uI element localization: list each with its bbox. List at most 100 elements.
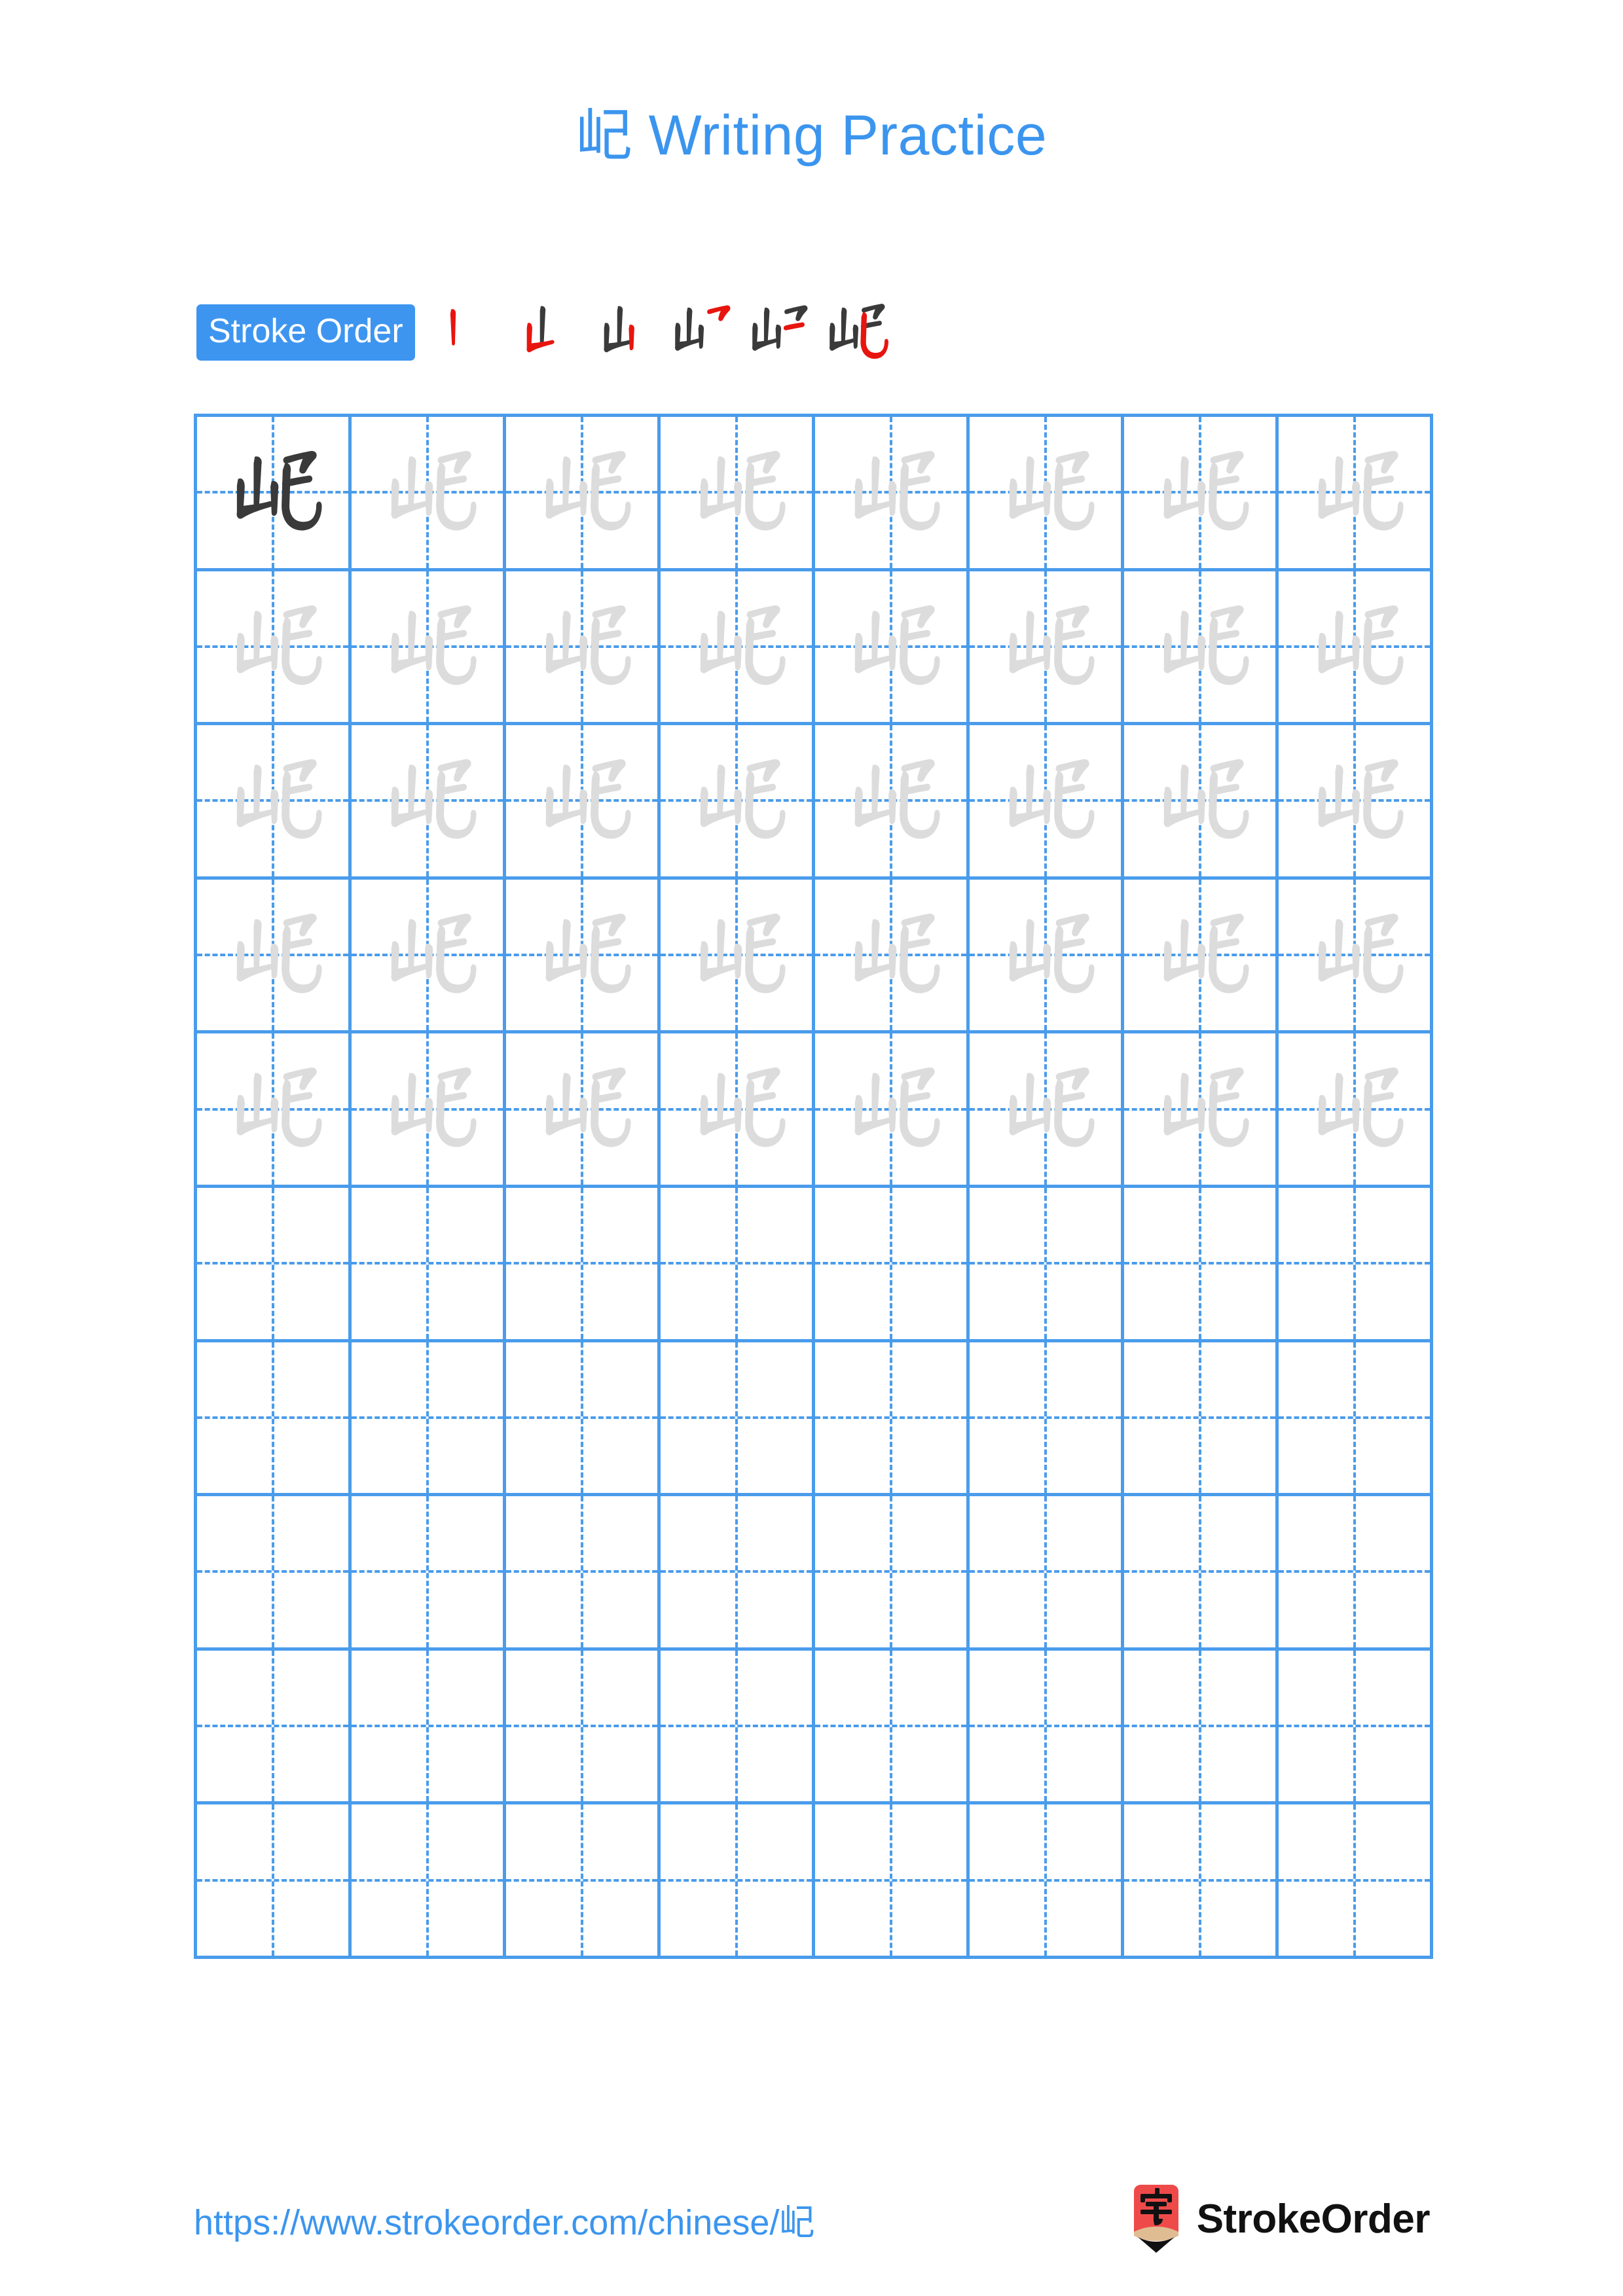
practice-cell[interactable] (352, 1804, 506, 1959)
practice-cell[interactable] (352, 1188, 506, 1342)
practice-cell[interactable] (1124, 1496, 1279, 1651)
practice-cell[interactable] (1279, 1188, 1433, 1342)
practice-cell[interactable] (197, 1496, 352, 1651)
practice-cell[interactable] (661, 1804, 815, 1959)
practice-cell[interactable] (197, 571, 352, 726)
practice-cell[interactable] (506, 1033, 661, 1188)
trace-character (197, 725, 348, 876)
practice-cell[interactable] (352, 1650, 506, 1805)
practice-cell[interactable] (1124, 1804, 1279, 1959)
practice-cell[interactable] (197, 879, 352, 1034)
practice-cell[interactable] (352, 571, 506, 726)
practice-cell[interactable] (1279, 1804, 1433, 1959)
trace-character (815, 880, 966, 1031)
practice-cell[interactable] (815, 417, 970, 571)
practice-cell[interactable] (506, 879, 661, 1034)
practice-cell[interactable] (506, 1804, 661, 1959)
practice-cell[interactable] (970, 1188, 1124, 1342)
practice-cell[interactable] (197, 1804, 352, 1959)
practice-cell[interactable] (661, 725, 815, 880)
practice-cell[interactable] (815, 879, 970, 1034)
practice-cell[interactable] (506, 417, 661, 571)
practice-cell[interactable] (197, 1188, 352, 1342)
practice-cell[interactable] (970, 417, 1124, 571)
trace-character (661, 417, 812, 568)
practice-cell[interactable] (352, 725, 506, 880)
practice-cell[interactable] (1124, 571, 1279, 726)
trace-character (506, 880, 657, 1031)
practice-cell[interactable] (1279, 571, 1433, 726)
pencil-logo-icon (1133, 2185, 1178, 2253)
practice-cell[interactable] (815, 1496, 970, 1651)
practice-cell[interactable] (661, 1496, 815, 1651)
trace-character (661, 725, 812, 876)
practice-cell[interactable] (352, 879, 506, 1034)
practice-cell[interactable] (661, 1650, 815, 1805)
trace-character (197, 1033, 348, 1185)
trace-character (815, 417, 966, 568)
practice-cell[interactable] (815, 1650, 970, 1805)
practice-cell[interactable] (1279, 725, 1433, 880)
practice-cell[interactable] (352, 417, 506, 571)
practice-cell[interactable] (506, 1650, 661, 1805)
practice-cell[interactable] (815, 1804, 970, 1959)
practice-cell[interactable] (815, 1033, 970, 1188)
practice-cell[interactable] (661, 1188, 815, 1342)
practice-cell[interactable] (506, 1188, 661, 1342)
practice-cell[interactable] (352, 1342, 506, 1497)
practice-cell[interactable] (197, 1033, 352, 1188)
practice-cell[interactable] (197, 417, 352, 571)
practice-cell[interactable] (1279, 1342, 1433, 1497)
stroke-step-1 (429, 294, 507, 371)
practice-cell[interactable] (1279, 417, 1433, 571)
practice-cell[interactable] (506, 571, 661, 726)
trace-character (506, 417, 657, 568)
practice-cell[interactable] (1124, 1188, 1279, 1342)
brand-logo-group[interactable]: StrokeOrder (1129, 2185, 1431, 2253)
practice-cell[interactable] (1124, 879, 1279, 1034)
practice-cell[interactable] (1124, 417, 1279, 571)
practice-cell[interactable] (661, 1033, 815, 1188)
practice-cell[interactable] (1124, 1033, 1279, 1188)
practice-cell[interactable] (815, 725, 970, 880)
trace-character (1124, 571, 1275, 723)
practice-cell[interactable] (1279, 1033, 1433, 1188)
practice-cell[interactable] (506, 1496, 661, 1651)
practice-cell[interactable] (970, 571, 1124, 726)
trace-character (352, 1033, 503, 1185)
practice-cell[interactable] (970, 1496, 1124, 1651)
footer: https://www.strokeorder.com/chinese/屺 St… (194, 2179, 1431, 2258)
trace-character (661, 1033, 812, 1185)
stroke-step-6-icon (829, 304, 888, 359)
practice-cell[interactable] (970, 1342, 1124, 1497)
practice-cell[interactable] (1279, 879, 1433, 1034)
practice-cell[interactable] (1279, 1496, 1433, 1651)
footer-url-link[interactable]: https://www.strokeorder.com/chinese/屺 (194, 2193, 814, 2245)
practice-cell[interactable] (815, 571, 970, 726)
practice-cell[interactable] (506, 725, 661, 880)
practice-cell[interactable] (661, 1342, 815, 1497)
practice-cell[interactable] (970, 1804, 1124, 1959)
practice-cell[interactable] (970, 725, 1124, 880)
practice-cell[interactable] (970, 879, 1124, 1034)
practice-cell[interactable] (1124, 1342, 1279, 1497)
stroke-step-2 (507, 294, 584, 371)
practice-cell[interactable] (661, 417, 815, 571)
practice-grid (194, 414, 1433, 1959)
practice-cell[interactable] (1124, 725, 1279, 880)
practice-cell[interactable] (661, 571, 815, 726)
practice-cell[interactable] (506, 1342, 661, 1497)
practice-cell[interactable] (352, 1033, 506, 1188)
practice-cell[interactable] (970, 1033, 1124, 1188)
practice-cell[interactable] (197, 1650, 352, 1805)
practice-cell[interactable] (661, 879, 815, 1034)
trace-character (506, 571, 657, 723)
practice-cell[interactable] (197, 1342, 352, 1497)
practice-cell[interactable] (1279, 1650, 1433, 1805)
practice-cell[interactable] (815, 1188, 970, 1342)
practice-cell[interactable] (352, 1496, 506, 1651)
practice-cell[interactable] (970, 1650, 1124, 1805)
practice-cell[interactable] (815, 1342, 970, 1497)
practice-cell[interactable] (197, 725, 352, 880)
practice-cell[interactable] (1124, 1650, 1279, 1805)
